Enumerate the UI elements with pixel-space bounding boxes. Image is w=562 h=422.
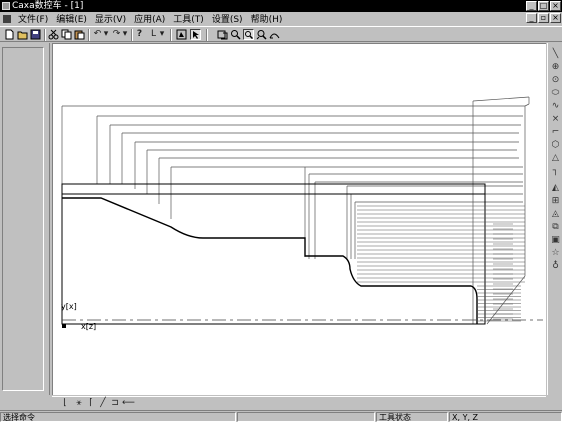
document-menu-icon[interactable]: [3, 14, 11, 23]
y-axis-label: y[x]: [61, 302, 77, 311]
menu-settings[interactable]: 设置(S): [208, 12, 247, 25]
help-icon[interactable]: ?: [134, 29, 145, 40]
standard-toolbar: ↶ ▾ ↷ ▾ ? L ▾: [0, 26, 562, 42]
ellipse-icon[interactable]: ⬭: [550, 88, 561, 99]
status-bar: 选择命令 工具状态 X, Y, Z: [0, 410, 562, 422]
cut-icon[interactable]: [48, 29, 59, 40]
menu-edit[interactable]: 编辑(E): [52, 12, 91, 25]
star-icon[interactable]: ☆: [550, 248, 561, 259]
close-button[interactable]: ×: [550, 1, 561, 11]
redraw-icon[interactable]: [176, 29, 187, 40]
minimize-button[interactable]: _: [526, 1, 537, 11]
undo-dropdown-icon[interactable]: ▾: [103, 29, 109, 40]
new-file-icon[interactable]: [4, 29, 15, 40]
redo-icon[interactable]: ↷: [111, 29, 122, 40]
mirror-icon[interactable]: ◭: [550, 183, 561, 194]
paste-icon[interactable]: [74, 29, 85, 40]
menu-help[interactable]: 帮助(H): [247, 12, 287, 25]
zoom-previous-icon[interactable]: [269, 29, 280, 40]
drawing-canvas[interactable]: y[x] x[z]: [52, 43, 546, 395]
app-icon[interactable]: [2, 2, 10, 10]
zoom-icon[interactable]: [243, 29, 254, 40]
toolpath-drawing: [61, 96, 543, 325]
title-bar: Caxa数控车 - [1] _ □ ×: [0, 0, 562, 12]
corner-icon[interactable]: ┐: [550, 166, 561, 177]
pan-icon[interactable]: [217, 29, 228, 40]
finishing-passes: [357, 205, 525, 322]
open-file-icon[interactable]: [17, 29, 28, 40]
left-panel-inner: [2, 47, 44, 391]
maximize-button[interactable]: □: [538, 1, 549, 11]
doc-minimize-button[interactable]: _: [526, 13, 537, 23]
axes: [61, 302, 543, 324]
triangle-icon[interactable]: △: [550, 153, 561, 164]
rect-icon[interactable]: ▣: [550, 235, 561, 246]
command-prompt: 选择命令: [0, 412, 236, 422]
drill-icon[interactable]: ⟵: [122, 398, 135, 409]
bulb-icon[interactable]: ♁: [550, 261, 561, 272]
block-icon[interactable]: ⧉: [550, 222, 561, 233]
lathe-tool-icon[interactable]: ⌊: [60, 398, 70, 409]
circle-icon[interactable]: ⊕: [550, 62, 561, 73]
drawing-toolbar: ╲ ⊕ ⊙ ⬭ ∿ × ⌐ ⬡ △ ┐ ◭ ⊞ ◬ ⧉ ▣ ☆ ♁: [547, 43, 562, 395]
menu-file[interactable]: 文件(F): [14, 12, 52, 25]
left-panel: [0, 43, 50, 395]
doc-close-button[interactable]: ×: [550, 13, 561, 23]
copy-icon[interactable]: [61, 29, 72, 40]
window-title: Caxa数控车 - [1]: [12, 1, 84, 11]
triangle-small-icon[interactable]: ◬: [550, 209, 561, 220]
coordinate-readout: X, Y, Z: [449, 412, 562, 422]
layer-dropdown-icon[interactable]: ▾: [159, 29, 165, 40]
line-icon[interactable]: ╲: [550, 49, 561, 60]
finish-turning-icon[interactable]: ⌈: [86, 398, 96, 409]
origin-marker: [62, 324, 66, 328]
menu-tools[interactable]: 工具(T): [169, 12, 208, 25]
pointer-icon[interactable]: [190, 29, 201, 40]
undo-icon[interactable]: ↶: [92, 29, 103, 40]
thread-icon[interactable]: ⊐: [110, 398, 120, 409]
status-spacer: [237, 412, 375, 422]
redo-dropdown-icon[interactable]: ▾: [122, 29, 128, 40]
array-icon[interactable]: ⊞: [550, 196, 561, 207]
menu-apply[interactable]: 应用(A): [130, 12, 169, 25]
menu-bar: 文件(F) 编辑(E) 显示(V) 应用(A) 工具(T) 设置(S) 帮助(H…: [0, 12, 562, 25]
fillet-icon[interactable]: ⌐: [550, 127, 561, 138]
grooving-icon[interactable]: ╱: [98, 398, 108, 409]
dynamic-zoom-icon[interactable]: [256, 29, 267, 40]
polygon-icon[interactable]: ⬡: [550, 140, 561, 151]
rough-turning-icon[interactable]: ⚹: [74, 398, 84, 409]
x-axis-label: x[z]: [81, 322, 97, 331]
layer-icon[interactable]: L: [148, 29, 159, 40]
zoom-window-icon[interactable]: [230, 29, 241, 40]
point-icon[interactable]: ×: [550, 114, 561, 125]
cnc-toolbar: ⌊ ⚹ ⌈ ╱ ⊐ ⟵: [52, 396, 546, 410]
circle-center-icon[interactable]: ⊙: [550, 75, 561, 86]
doc-restore-button[interactable]: ▫: [538, 13, 549, 23]
save-icon[interactable]: [30, 29, 41, 40]
menu-view[interactable]: 显示(V): [91, 12, 130, 25]
spline-icon[interactable]: ∿: [550, 101, 561, 112]
tool-status: 工具状态: [376, 412, 448, 422]
